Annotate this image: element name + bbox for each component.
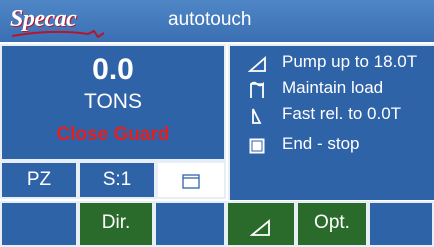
load-display-panel: 0.0 TONS Close Guard	[0, 44, 226, 161]
softkey-bar: Dir. Opt.	[0, 201, 434, 247]
die-select-cell[interactable]	[156, 161, 226, 199]
step-number-cell[interactable]: S:1	[78, 161, 156, 199]
program-step-label: Fast rel. to 0.0T	[282, 104, 402, 123]
program-step-label: Maintain load	[282, 78, 384, 97]
guard-warning: Close Guard	[56, 124, 170, 145]
app-title: autotouch	[168, 9, 252, 30]
softkey-6[interactable]	[368, 201, 434, 247]
hold-load-icon	[250, 81, 264, 98]
logo-swoosh-icon	[12, 30, 104, 38]
softkey-3[interactable]	[154, 201, 226, 247]
ramp-up-icon	[248, 56, 266, 72]
program-step-label: Pump up to 18.0T	[282, 52, 418, 71]
brand-logo: Specac	[10, 6, 77, 32]
ramp-up-icon	[249, 219, 270, 236]
load-value: 0.0	[92, 53, 134, 86]
ramp-button[interactable]	[226, 201, 296, 247]
die-icon	[182, 174, 200, 189]
press-control-screen: Specac autotouch 0.0 TONS Close Guard Pu…	[0, 0, 434, 247]
program-steps-panel: Pump up to 18.0T Maintain load Fast rel.…	[228, 44, 434, 200]
ramp-down-icon	[252, 108, 262, 124]
header-bar: Specac autotouch	[0, 0, 434, 42]
dir-button[interactable]: Dir.	[78, 201, 154, 247]
mode-pz-cell[interactable]: PZ	[0, 161, 78, 199]
softkey-1[interactable]	[0, 201, 78, 247]
stop-square-icon	[249, 138, 265, 154]
load-unit: TONS	[84, 90, 142, 113]
options-button[interactable]: Opt.	[296, 201, 368, 247]
program-step-label: End - stop	[282, 134, 360, 153]
